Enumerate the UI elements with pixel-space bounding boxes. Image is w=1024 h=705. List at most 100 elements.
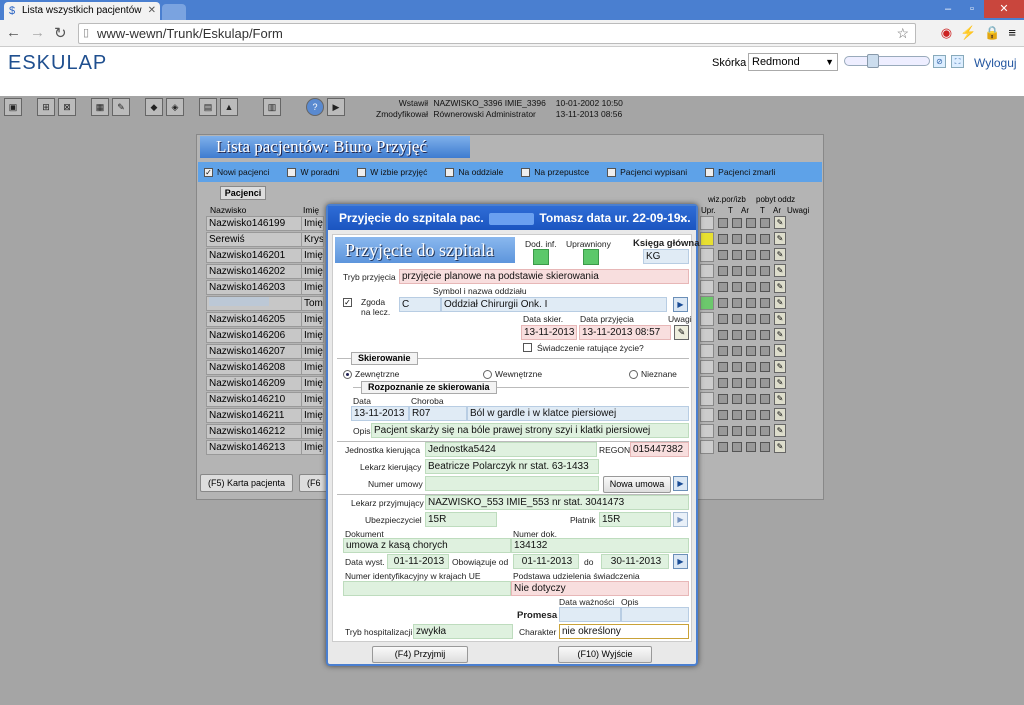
radio-zewnetrzne[interactable]: Zewnętrzne <box>343 369 399 380</box>
erase-icon[interactable]: ◆ <box>145 98 163 116</box>
table-row[interactable]: Nazwisko146206 Imię1 <box>206 328 324 343</box>
close-tab-icon[interactable]: ✕ <box>148 2 156 20</box>
zoom-slider[interactable] <box>844 54 930 68</box>
promesa-opis-field[interactable] <box>621 607 689 622</box>
status-checkbox[interactable] <box>760 330 770 340</box>
status-checkbox[interactable] <box>732 410 742 420</box>
menu-icon[interactable]: ≡ <box>1008 25 1016 41</box>
status-checkbox[interactable] <box>746 378 756 388</box>
status-checkbox[interactable] <box>718 234 728 244</box>
tryb-hosp-field[interactable]: zwykła <box>413 624 513 639</box>
table-row[interactable]: Nazwisko146212 Imię1 <box>206 424 324 439</box>
status-checkbox[interactable] <box>718 362 728 372</box>
print-icon[interactable]: ▥ <box>263 98 281 116</box>
oddzial-select-icon[interactable]: ▶ <box>673 297 688 312</box>
grid-icon[interactable]: ▦ <box>91 98 109 116</box>
note-icon[interactable]: ✎ <box>774 392 786 405</box>
status-checkbox[interactable] <box>718 426 728 436</box>
status-checkbox[interactable] <box>718 218 728 228</box>
status-checkbox[interactable] <box>718 394 728 404</box>
shapes-icon[interactable]: ▲ <box>220 98 238 116</box>
status-checkbox[interactable] <box>718 298 728 308</box>
note-icon[interactable]: ✎ <box>774 216 786 229</box>
oddzial-symbol-field[interactable]: C <box>399 297 441 312</box>
filter-izba[interactable]: W izbie przyjęć <box>357 167 427 177</box>
status-checkbox[interactable] <box>732 330 742 340</box>
edit-icon[interactable]: ✎ <box>112 98 130 116</box>
ubezp-field[interactable]: 15R <box>425 512 497 527</box>
nr-dok-field[interactable]: 134132 <box>511 538 689 553</box>
ksiega-field[interactable]: KG <box>643 249 689 264</box>
document-icon[interactable]: ▤ <box>199 98 217 116</box>
data-przyjecia-field[interactable]: 13-11-2013 08:57 <box>579 325 671 340</box>
platnik-select-icon[interactable]: ▶ <box>673 512 688 527</box>
status-checkbox[interactable] <box>718 282 728 292</box>
checkbox-icon[interactable]: ✓ <box>204 167 213 177</box>
bookmark-star-icon[interactable]: ☆ <box>896 24 909 43</box>
status-checkbox[interactable] <box>746 314 756 324</box>
status-checkbox[interactable] <box>718 410 728 420</box>
status-checkbox[interactable] <box>746 266 756 276</box>
status-checkbox[interactable] <box>760 362 770 372</box>
status-checkbox[interactable] <box>718 266 728 276</box>
status-checkbox[interactable] <box>732 314 742 324</box>
uwagi-note-icon[interactable]: ✎ <box>674 325 689 340</box>
status-checkbox[interactable] <box>732 426 742 436</box>
slider-thumb[interactable] <box>867 54 879 68</box>
note-icon[interactable]: ✎ <box>774 360 786 373</box>
table-row[interactable]: Nazwisko146208 Imię1 <box>206 360 324 375</box>
note-icon[interactable]: ✎ <box>774 264 786 277</box>
status-checkbox[interactable] <box>718 330 728 340</box>
promesa-data-field[interactable] <box>559 607 621 622</box>
skin-select[interactable]: Redmond ▼ <box>748 53 838 71</box>
save-icon[interactable]: ▣ <box>4 98 22 116</box>
close-icon[interactable]: × <box>680 211 688 226</box>
note-icon[interactable]: ✎ <box>774 376 786 389</box>
table-row[interactable]: Toma <box>206 296 324 311</box>
dokument-select-icon[interactable]: ▶ <box>673 554 688 569</box>
status-checkbox[interactable] <box>760 410 770 420</box>
note-icon[interactable]: ✎ <box>774 328 786 341</box>
jednostka-field[interactable]: Jednostka5424 <box>425 442 597 457</box>
regon-field[interactable]: 015447382 <box>630 442 689 457</box>
table-row[interactable]: Nazwisko146209 Imię1 <box>206 376 324 391</box>
rozp-choroba-field[interactable]: Ból w gardle i w klatce piersiowej <box>467 406 689 421</box>
erase-all-icon[interactable]: ◈ <box>166 98 184 116</box>
rozp-kod-field[interactable]: R07 <box>409 406 467 421</box>
note-icon[interactable]: ✎ <box>774 408 786 421</box>
status-checkbox[interactable] <box>760 266 770 276</box>
delete-row-icon[interactable]: ⊠ <box>58 98 76 116</box>
status-checkbox[interactable] <box>760 426 770 436</box>
note-icon[interactable]: ✎ <box>774 248 786 261</box>
status-checkbox[interactable] <box>746 362 756 372</box>
filter-wypisani[interactable]: Pacjenci wypisani <box>607 167 687 177</box>
status-checkbox[interactable] <box>718 250 728 260</box>
dokument-field[interactable]: umowa z kasą chorych <box>343 538 511 553</box>
forward-icon[interactable]: → <box>30 24 45 41</box>
podstawa-field[interactable]: Nie dotyczy <box>511 581 689 596</box>
browser-tab[interactable]: $ Lista wszystkich pacjentów ✕ <box>4 2 160 20</box>
checkbox-icon[interactable] <box>521 167 531 177</box>
minimize-icon[interactable]: – <box>936 0 960 18</box>
filter-poradnia[interactable]: W poradni <box>287 167 339 177</box>
status-checkbox[interactable] <box>746 394 756 404</box>
status-checkbox[interactable] <box>732 298 742 308</box>
table-row[interactable]: Nazwisko146199 Imię1 <box>206 216 324 231</box>
note-icon[interactable]: ✎ <box>774 440 786 453</box>
status-checkbox[interactable] <box>746 426 756 436</box>
status-checkbox[interactable] <box>760 378 770 388</box>
radio-wewnetrzne[interactable]: Wewnętrzne <box>483 369 542 380</box>
table-row[interactable]: Nazwisko146203 Imię1 <box>206 280 324 295</box>
checkbox-icon[interactable] <box>705 167 715 177</box>
checkbox-icon[interactable]: ✓ <box>343 298 352 307</box>
status-checkbox[interactable] <box>760 234 770 244</box>
checkbox-icon[interactable] <box>523 343 532 352</box>
checkbox-icon[interactable] <box>445 167 455 177</box>
status-checkbox[interactable] <box>746 234 756 244</box>
oddzial-nazwa-field[interactable]: Oddział Chirurgii Onk. I <box>441 297 667 312</box>
status-checkbox[interactable] <box>746 298 756 308</box>
status-checkbox[interactable] <box>732 282 742 292</box>
status-checkbox[interactable] <box>760 442 770 452</box>
fullscreen-icon[interactable]: ⛶ <box>951 55 964 68</box>
radio-off-icon[interactable] <box>483 370 492 380</box>
